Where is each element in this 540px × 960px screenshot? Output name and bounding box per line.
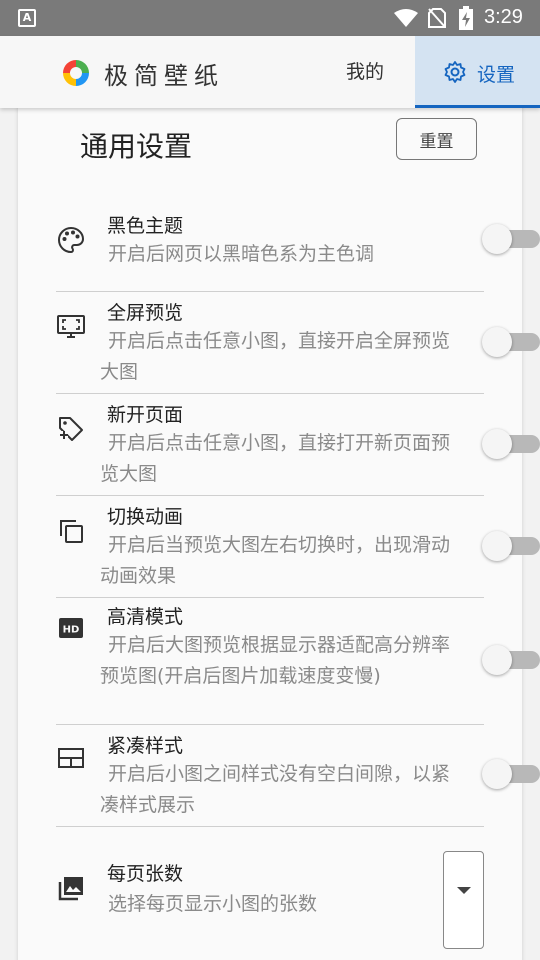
notification-a-icon: A — [18, 9, 36, 27]
chevron-down-icon — [457, 887, 471, 894]
new-tab-icon — [59, 417, 83, 441]
battery-charging-icon — [459, 6, 473, 30]
setting-desc: 开启后点击任意小图，直接打开新页面预览大图 — [100, 432, 451, 485]
app-header: 极简壁纸 我的 设置 — [0, 36, 540, 108]
gear-icon — [444, 61, 466, 83]
section-title: 通用设置 — [80, 130, 193, 163]
wifi-icon — [394, 9, 418, 27]
setting-desc: 选择每页显示小图的张数 — [108, 893, 318, 915]
setting-title: 每页张数 — [107, 863, 184, 885]
no-sim-icon — [428, 8, 446, 28]
tab-settings[interactable]: 设置 — [415, 36, 540, 108]
copy-layers-icon — [60, 520, 83, 543]
setting-desc: 开启后大图预览根据显示器适配高分辨率预览图(开启后图片加载速度变慢) — [100, 634, 451, 687]
compact-layout-icon — [58, 748, 84, 768]
setting-title: 切换动画 — [107, 506, 184, 528]
hd-mode-toggle[interactable] — [482, 645, 540, 675]
fullscreen-monitor-icon — [57, 315, 85, 338]
setting-desc: 开启后当预览大图左右切换时，出现滑动动画效果 — [100, 534, 451, 587]
divider — [56, 495, 484, 496]
fullscreen-preview-toggle[interactable] — [482, 327, 540, 357]
app-title: 极简壁纸 — [104, 62, 224, 90]
setting-title: 全屏预览 — [107, 302, 184, 324]
divider — [56, 393, 484, 394]
status-bar: A 3:29 — [0, 0, 540, 36]
divider — [56, 826, 484, 827]
setting-title: 紧凑样式 — [107, 735, 184, 757]
setting-title: 新开页面 — [107, 404, 184, 426]
new-page-toggle[interactable] — [482, 429, 540, 459]
setting-title: 高清模式 — [107, 606, 184, 628]
setting-desc: 开启后点击任意小图，直接开启全屏预览大图 — [100, 330, 451, 383]
switch-animation-toggle[interactable] — [482, 531, 540, 561]
dark-theme-toggle[interactable] — [482, 224, 540, 254]
divider — [56, 597, 484, 598]
divider — [56, 724, 484, 725]
tab-mine[interactable]: 我的 — [320, 36, 410, 108]
setting-desc: 开启后小图之间样式没有空白间隙，以紧凑样式展示 — [100, 763, 451, 816]
settings-panel — [18, 96, 522, 960]
compact-style-toggle[interactable] — [482, 759, 540, 789]
per-page-select[interactable] — [443, 851, 484, 949]
divider — [56, 291, 484, 292]
tab-settings-label: 设置 — [477, 64, 516, 86]
svg-text:HD: HD — [63, 625, 80, 636]
photos-icon — [58, 877, 83, 901]
app-logo-icon — [63, 60, 89, 86]
setting-desc: 开启后网页以黑暗色系为主色调 — [108, 243, 375, 265]
setting-title: 黑色主题 — [107, 215, 184, 237]
status-time: 3:29 — [484, 6, 523, 28]
hd-icon: HD — [59, 618, 83, 638]
palette-icon — [58, 226, 85, 254]
reset-button[interactable]: 重置 — [396, 118, 477, 160]
